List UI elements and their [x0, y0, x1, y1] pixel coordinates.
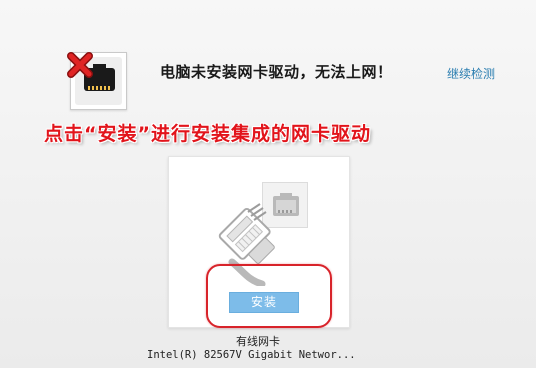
driver-missing-message: 电脑未安装网卡驱动，无法上网！: [160, 63, 393, 81]
device-type-label: 有线网卡: [236, 335, 280, 348]
device-name-label: Intel(R) 82567V Gigabit Networ...: [147, 349, 356, 361]
continue-check-link[interactable]: 继续检测: [447, 65, 495, 82]
red-x-icon: [67, 52, 93, 78]
install-instruction: 点击“安装”进行安装集成的网卡驱动: [44, 123, 371, 145]
install-button[interactable]: 安装: [229, 292, 299, 313]
